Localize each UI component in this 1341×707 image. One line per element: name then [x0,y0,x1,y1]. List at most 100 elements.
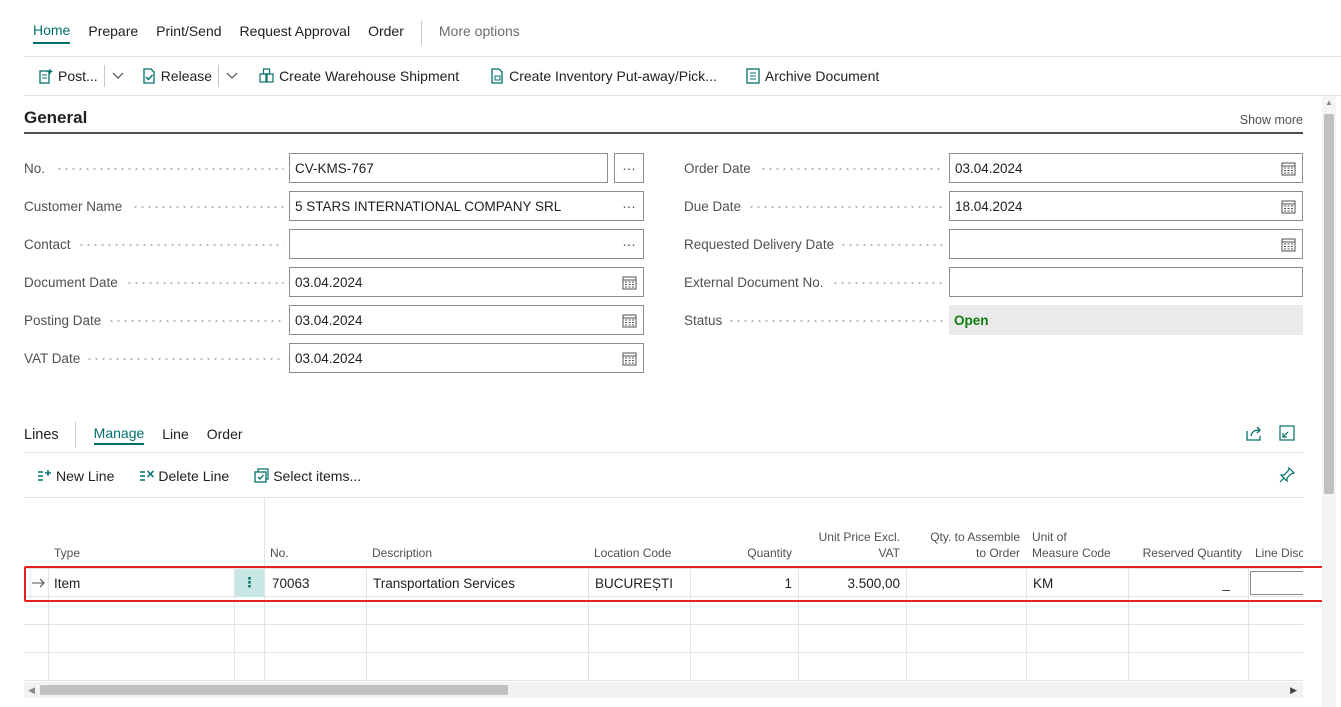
highlight-box [24,566,1326,602]
delete-line-button[interactable]: Delete Line [134,461,237,491]
action-menu: Home Prepare Print/Send Request Approval… [24,20,529,46]
show-more-link[interactable]: Show more [1240,113,1303,127]
release-dropdown-chevron-icon[interactable] [219,61,245,91]
calendar-icon[interactable] [1274,192,1302,220]
requested-delivery-date-label: Requested Delivery Date [684,236,835,252]
col-qty-to-assemble[interactable]: Qty. to Assemble to Order [906,520,1026,566]
menu-more-options[interactable]: More options [439,23,520,43]
grid-line [24,624,1303,625]
col-unit-price-line2: VAT [878,546,900,560]
calendar-icon[interactable] [615,344,643,372]
create-inventory-putaway-label: Create Inventory Put-away/Pick... [509,68,717,84]
menu-home[interactable]: Home [33,22,71,44]
tab-line[interactable]: Line [162,426,188,444]
ellipsis-icon[interactable]: ··· [615,192,643,220]
order-date-field[interactable]: 03.04.2024 [949,153,1303,183]
col-qty-to-assemble-line1: Qty. to Assemble [930,530,1020,544]
label-leader [78,244,284,246]
home-toolbar: Post... Release Create Warehouse Shipmen… [24,56,1341,96]
new-line-icon [36,468,52,484]
menu-prepare[interactable]: Prepare [88,23,138,43]
no-label: No. [24,160,46,176]
vat-date-value: 03.04.2024 [295,350,363,366]
archive-document-button[interactable]: Archive Document [739,61,885,91]
due-date-label: Due Date [684,198,742,214]
label-leader [840,244,944,246]
vertical-scrollbar[interactable]: ▲ [1322,96,1336,707]
col-quantity[interactable]: Quantity [690,520,798,566]
status-value: Open [954,312,989,328]
vat-date-label: VAT Date [24,350,81,366]
calendar-icon[interactable] [1274,230,1302,258]
release-button[interactable]: Release [135,61,218,91]
lines-title[interactable]: Lines [24,427,59,443]
contact-label: Contact [24,236,71,252]
no-assist-button[interactable]: ··· [614,153,644,183]
col-reserved-quantity[interactable]: Reserved Quantity [1128,520,1248,566]
horizontal-scrollbar[interactable]: ◀ ▶ [24,682,1303,698]
col-description[interactable]: Description [372,520,586,566]
select-items-button[interactable]: Select items... [249,461,369,491]
scroll-right-icon[interactable]: ▶ [1290,685,1297,696]
lines-header: Lines Manage Line Order [24,420,261,450]
post-button[interactable]: Post... [32,61,104,91]
calendar-icon[interactable] [1274,154,1302,182]
general-section-title[interactable]: General [24,108,87,128]
new-line-button[interactable]: New Line [32,461,122,491]
no-field[interactable]: CV-KMS-767 [289,153,608,183]
label-leader [728,320,944,322]
col-location-code[interactable]: Location Code [594,520,690,566]
create-warehouse-shipment-label: Create Warehouse Shipment [279,68,460,84]
label-leader [86,358,284,360]
share-icon[interactable] [1246,425,1263,444]
ellipsis-icon[interactable]: ··· [615,230,643,258]
tab-manage[interactable]: Manage [93,425,145,445]
due-date-value: 18.04.2024 [955,198,1023,214]
contact-field[interactable]: ··· [289,229,644,259]
col-no[interactable]: No. [270,520,366,566]
calendar-icon[interactable] [615,306,643,334]
posting-date-field[interactable]: 03.04.2024 [289,305,644,335]
posting-date-label: Posting Date [24,312,102,328]
col-unit-of-measure-line2: Measure Code [1032,546,1111,560]
order-date-value: 03.04.2024 [955,160,1023,176]
document-date-field[interactable]: 03.04.2024 [289,267,644,297]
horizontal-scroll-thumb[interactable] [40,685,508,695]
requested-delivery-date-field[interactable] [949,229,1303,259]
col-qty-to-assemble-line2: to Order [975,546,1020,560]
scroll-up-icon[interactable]: ▲ [1325,98,1333,107]
vat-date-field[interactable]: 03.04.2024 [289,343,644,373]
grid-line [24,680,1303,681]
tab-order[interactable]: Order [207,426,243,444]
menu-order[interactable]: Order [368,23,404,43]
scroll-left-icon[interactable]: ◀ [28,685,35,696]
post-dropdown-chevron-icon[interactable] [105,61,131,91]
archive-icon [745,68,761,84]
label-leader [832,282,944,284]
label-leader [748,206,944,208]
expand-icon[interactable] [1279,425,1295,444]
document-date-value: 03.04.2024 [295,274,363,290]
menu-request-approval[interactable]: Request Approval [240,23,351,43]
external-document-no-field[interactable] [949,267,1303,297]
label-leader [132,206,284,208]
calendar-icon[interactable] [615,268,643,296]
create-inventory-putaway-button[interactable]: Create Inventory Put-away/Pick... [483,61,723,91]
due-date-field[interactable]: 18.04.2024 [949,191,1303,221]
post-icon [38,68,54,84]
delete-line-label: Delete Line [158,468,230,484]
section-divider [24,132,1303,134]
menu-print-send[interactable]: Print/Send [156,23,221,43]
customer-name-field[interactable]: 5 STARS INTERNATIONAL COMPANY SRL ··· [289,191,644,221]
col-type[interactable]: Type [54,520,234,566]
col-unit-of-measure[interactable]: Unit of Measure Code [1032,520,1130,566]
personalize-pin-icon[interactable] [1279,466,1296,486]
vertical-scroll-thumb[interactable] [1324,114,1334,494]
create-warehouse-shipment-button[interactable]: Create Warehouse Shipment [253,61,465,91]
delete-line-icon [138,468,155,484]
col-line-discount[interactable]: Line Disc [1255,520,1303,566]
label-leader [56,168,284,170]
lines-toolbar-divider [24,497,1303,498]
col-unit-price[interactable]: Unit Price Excl. VAT [798,520,906,566]
menu-divider [420,21,422,45]
